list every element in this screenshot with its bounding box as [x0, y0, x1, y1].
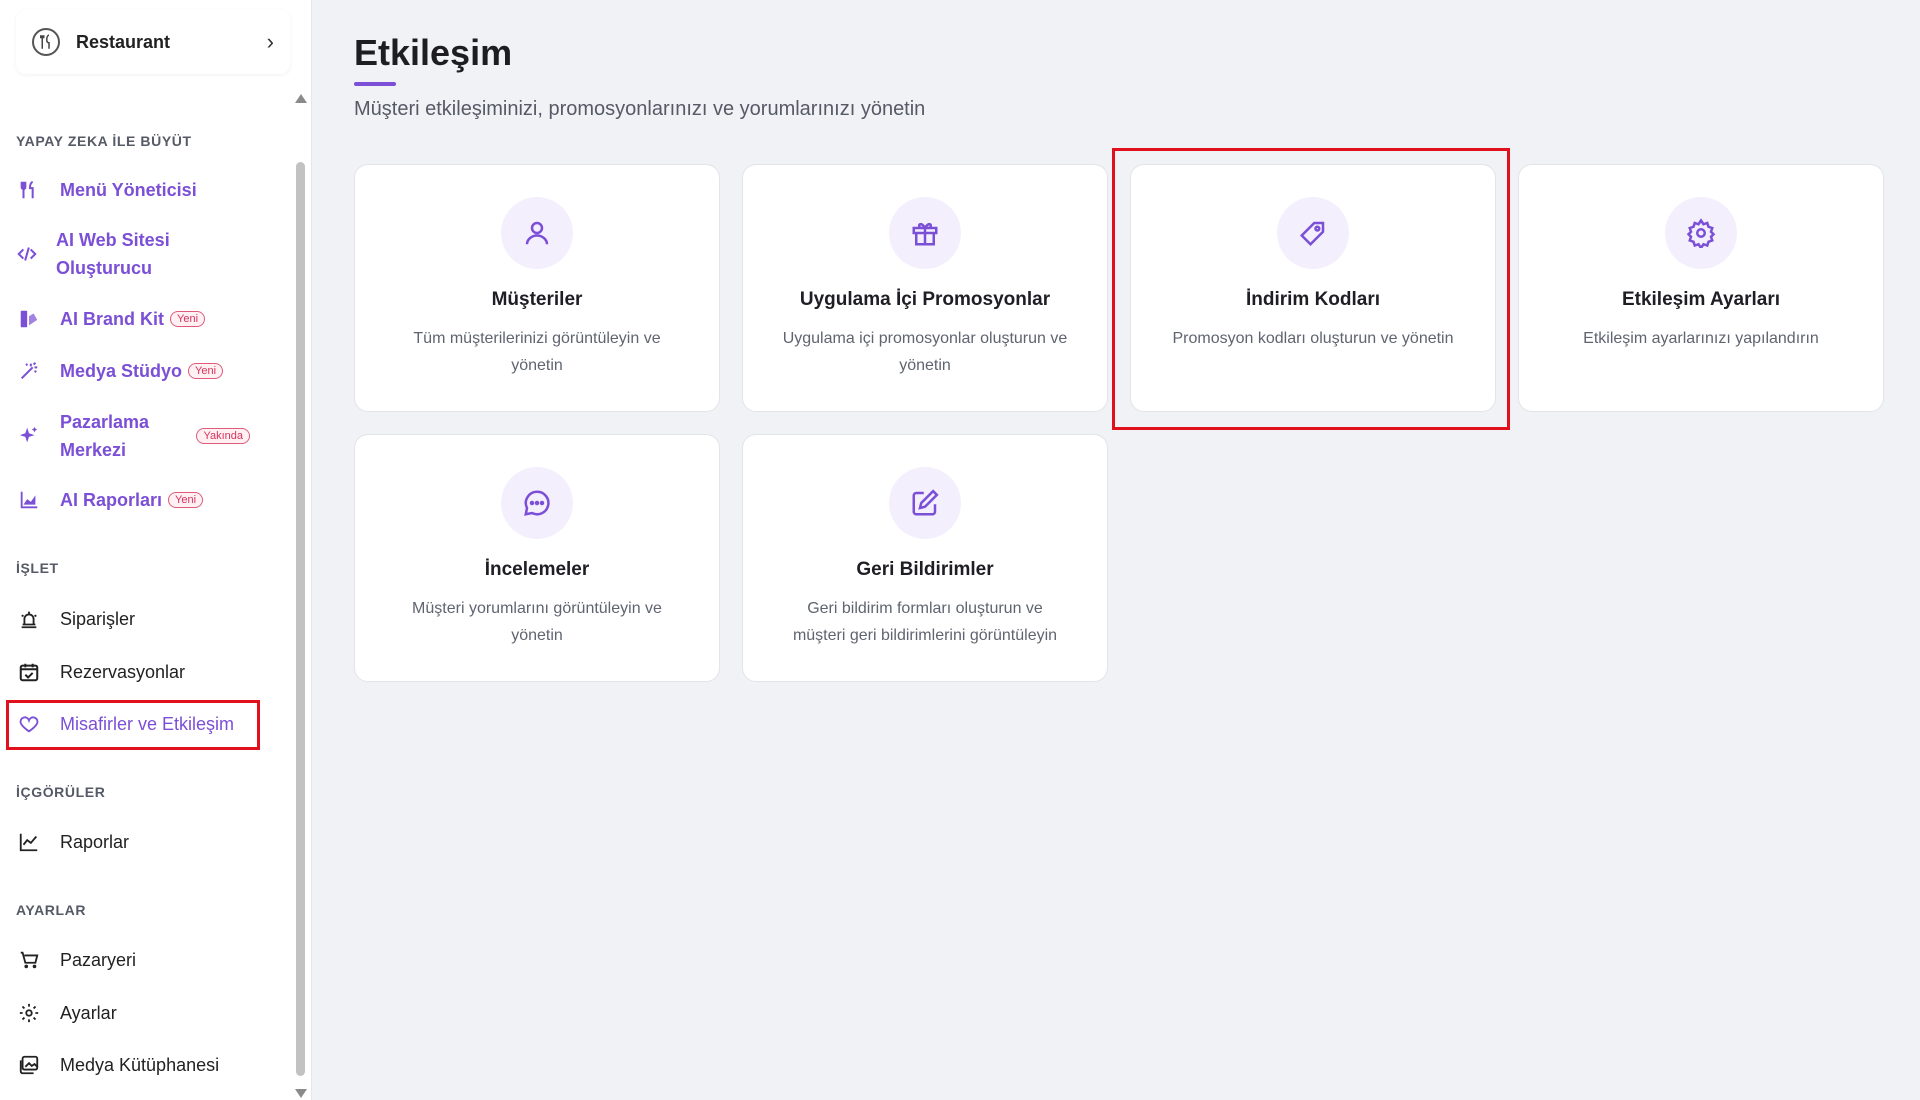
fork-knife-icon	[16, 177, 42, 203]
sidebar: Restaurant › YAPAY ZEKA İLE BÜYÜT Menü Y…	[0, 0, 312, 1100]
card-in-app-promotions[interactable]: Uygulama İçi Promosyonlar Uygulama içi p…	[742, 164, 1108, 412]
card-title: Geri Bildirimler	[856, 559, 994, 580]
sidebar-item-label: Raporlar	[60, 832, 130, 852]
sidebar-item-label: Rezervasyonlar	[60, 662, 186, 682]
sidebar-item-label: Pazaryeri	[60, 950, 137, 970]
sidebar-item-media-studio[interactable]: Medya Stüdyo Yeni	[8, 357, 258, 385]
gift-icon	[889, 197, 961, 269]
card-title: Uygulama İçi Promosyonlar	[799, 289, 1051, 310]
new-badge: Yeni	[188, 363, 224, 379]
card-description: Etkileşim ayarlarınızı yapılandırın	[1583, 330, 1819, 347]
sidebar-item-reports[interactable]: Raporlar	[8, 828, 258, 856]
sidebar-item-label: Ayarlar	[60, 1003, 117, 1023]
card-description: Tüm müşterilerinizi görüntüleyin ve yöne…	[413, 330, 661, 374]
line-chart-icon	[16, 829, 42, 855]
code-icon	[16, 241, 38, 267]
sidebar-item-settings[interactable]: Ayarlar	[8, 999, 258, 1027]
new-badge: Yeni	[170, 311, 206, 327]
card-description: Geri bildirim formları oluşturun ve müşt…	[792, 600, 1058, 644]
bell-icon	[16, 606, 42, 632]
card-discount-codes[interactable]: İndirim Kodları Promosyon kodları oluştu…	[1130, 164, 1496, 412]
sidebar-item-label: AI Brand Kit	[60, 309, 165, 329]
sidebar-item-marketing-center[interactable]: Pazarlama Merkezi Yakında	[8, 408, 258, 464]
coming-soon-badge: Yakında	[196, 428, 250, 444]
sidebar-item-label: Menü Yöneticisi	[60, 180, 197, 200]
sidebar-item-marketplace[interactable]: Pazaryeri	[8, 946, 258, 974]
sidebar-scrollbar[interactable]	[294, 90, 308, 1100]
tag-icon	[1277, 197, 1349, 269]
sparkles-icon	[16, 423, 42, 449]
new-badge: Yeni	[168, 492, 204, 508]
palette-icon	[16, 306, 42, 332]
card-engagement-settings[interactable]: Etkileşim Ayarları Etkileşim ayarlarınız…	[1518, 164, 1884, 412]
images-icon	[16, 1052, 42, 1078]
gear-icon	[1665, 197, 1737, 269]
title-underline	[354, 82, 396, 86]
page-subtitle: Müşteri etkileşiminizi, promosyonlarınız…	[354, 98, 926, 120]
user-icon	[501, 197, 573, 269]
magic-wand-icon	[16, 358, 42, 384]
scroll-up-icon[interactable]	[295, 94, 307, 103]
sidebar-item-ai-reports[interactable]: AI Raporları Yeni	[8, 486, 258, 514]
edit-icon	[889, 467, 961, 539]
sidebar-item-guests-engagement[interactable]: Misafirler ve Etkileşim	[8, 710, 258, 738]
sidebar-item-label: Medya Kütüphanesi	[60, 1055, 220, 1075]
sidebar-item-orders[interactable]: Siparişler	[8, 605, 258, 633]
sidebar-item-label: AI Web Sitesi Oluşturucu	[56, 230, 170, 278]
gear-icon	[16, 1000, 42, 1026]
sidebar-item-ai-website-builder[interactable]: AI Web Sitesi Oluşturucu	[8, 226, 218, 282]
page-title: Etkileşim	[354, 32, 513, 73]
section-title-ai: YAPAY ZEKA İLE BÜYÜT	[16, 133, 192, 149]
section-title-settings: AYARLAR	[16, 902, 87, 918]
sidebar-item-label: Pazarlama Merkezi	[60, 412, 150, 460]
sidebar-item-ai-brand-kit[interactable]: AI Brand Kit Yeni	[8, 305, 258, 333]
chevron-right-icon: ›	[266, 29, 274, 54]
section-title-insights: İÇGÖRÜLER	[16, 784, 106, 800]
card-feedback[interactable]: Geri Bildirimler Geri bildirim formları …	[742, 434, 1108, 682]
card-title: Müşteriler	[491, 289, 583, 310]
restaurant-logo-icon	[32, 28, 60, 56]
section-title-operate: İŞLET	[16, 560, 59, 576]
card-customers[interactable]: Müşteriler Tüm müşterilerinizi görüntüle…	[354, 164, 720, 412]
cart-icon	[16, 947, 42, 973]
card-title: İndirim Kodları	[1245, 289, 1381, 310]
sidebar-item-label: Misafirler ve Etkileşim	[60, 714, 235, 734]
restaurant-switcher[interactable]: Restaurant ›	[16, 10, 290, 74]
scroll-down-icon[interactable]	[295, 1089, 307, 1098]
chat-icon	[501, 467, 573, 539]
card-description: Müşteri yorumlarını görüntüleyin ve yöne…	[412, 600, 662, 644]
sidebar-item-label: Siparişler	[60, 609, 136, 629]
sidebar-item-label: AI Raporları	[60, 490, 163, 510]
area-chart-icon	[16, 487, 42, 513]
card-reviews[interactable]: İncelemeler Müşteri yorumlarını görüntül…	[354, 434, 720, 682]
sidebar-item-media-library[interactable]: Medya Kütüphanesi	[8, 1051, 258, 1079]
sidebar-item-label: Medya Stüdyo	[60, 361, 183, 381]
card-description: Promosyon kodları oluşturun ve yönetin	[1172, 330, 1454, 347]
heart-icon	[16, 711, 42, 737]
restaurant-name: Restaurant	[76, 31, 171, 52]
card-title: İncelemeler	[484, 559, 590, 580]
card-description: Uygulama içi promosyonlar oluşturun ve y…	[782, 330, 1068, 374]
sidebar-nav: YAPAY ZEKA İLE BÜYÜT Menü Yöneticisi AI …	[0, 100, 290, 1100]
scrollbar-thumb[interactable]	[296, 162, 305, 1076]
calendar-check-icon	[16, 659, 42, 685]
sidebar-item-menu-manager[interactable]: Menü Yöneticisi	[8, 176, 258, 204]
card-title: Etkileşim Ayarları	[1621, 289, 1781, 310]
sidebar-item-reservations[interactable]: Rezervasyonlar	[8, 658, 258, 686]
